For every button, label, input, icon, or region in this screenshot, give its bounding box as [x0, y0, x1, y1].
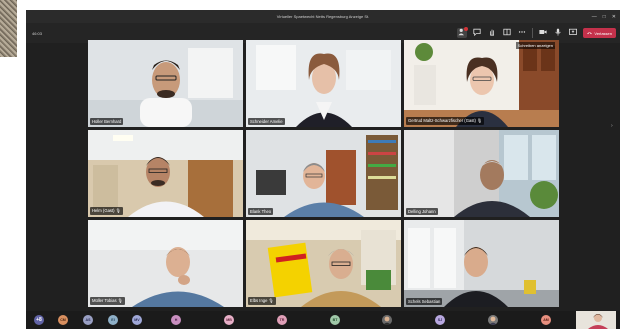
avatar[interactable]: MB — [224, 315, 234, 325]
share-button[interactable] — [568, 28, 578, 38]
participant-name: Helm (Gast)🎙 — [90, 207, 123, 215]
raise-hand-button[interactable] — [487, 28, 497, 38]
participant-name: Delling Johann — [406, 208, 438, 215]
avatar[interactable]: TR — [277, 315, 287, 325]
microphone-muted-icon: 🎙 — [268, 298, 274, 303]
video-feed — [246, 130, 401, 217]
more-participants-button[interactable]: +8 — [34, 315, 44, 325]
video-tile[interactable]: Schneider Amelie — [246, 40, 401, 127]
chevron-right-icon: › — [611, 123, 613, 129]
participant-name: Schels Sebastian — [406, 298, 443, 305]
avatar[interactable]: MV — [132, 315, 142, 325]
leave-label: Verlassen — [594, 30, 612, 36]
video-tile[interactable]: Elbs Inge🎙 — [246, 220, 401, 307]
video-feed — [88, 130, 243, 217]
rooms-button[interactable] — [502, 28, 512, 38]
mic-button[interactable] — [553, 28, 563, 38]
participant-name: Müller Tobias🎙 — [90, 297, 125, 305]
meeting-controls: Verlassen — [457, 26, 616, 40]
video-tile[interactable]: Schreiben anzeigen Gertrud Maltz-Schwarz… — [404, 40, 559, 127]
microphone-muted-icon: 🎙 — [476, 118, 483, 123]
notification-dot — [464, 27, 469, 31]
video-tile[interactable]: Holler Bernhard — [88, 40, 243, 127]
video-tile[interactable]: Müller Tobias🎙 — [88, 220, 243, 307]
toolbar-divider — [532, 28, 534, 38]
background-texture — [0, 0, 17, 57]
microphone-muted-icon: 🎙 — [115, 208, 121, 213]
avatar[interactable]: AS — [83, 315, 93, 325]
avatar[interactable]: SJ — [435, 315, 445, 325]
phone-hangup-icon — [587, 31, 593, 36]
view-label[interactable]: Schreiben anzeigen — [515, 42, 555, 49]
chat-icon — [473, 28, 482, 38]
video-feed — [88, 220, 243, 307]
more-options-button[interactable] — [517, 28, 527, 38]
side-panel-toggle[interactable]: › — [611, 123, 616, 129]
avatar[interactable]: AM — [541, 315, 551, 325]
avatar[interactable]: CM — [58, 315, 68, 325]
video-feed — [88, 40, 243, 127]
video-feed — [404, 220, 559, 307]
video-feed — [246, 40, 401, 127]
window-title: Virtueller Spaetwecht Netts Regensburg A… — [276, 14, 370, 19]
participants-button[interactable] — [457, 27, 469, 38]
title-bar: Virtueller Spaetwecht Netts Regensburg A… — [26, 10, 620, 23]
video-tile[interactable]: Blank Theo — [246, 130, 401, 217]
video-feed — [246, 220, 401, 307]
hand-icon — [488, 28, 496, 38]
participant-name: Schneider Amelie — [248, 118, 285, 125]
participant-strip: +8 CM AS EI MV H MB TR BT SJ AM — [26, 311, 620, 329]
share-screen-icon — [569, 28, 578, 38]
close-button[interactable]: ✕ — [612, 14, 616, 20]
video-feed — [404, 130, 559, 217]
microphone-icon — [554, 28, 562, 38]
video-tile[interactable]: Helm (Gast)🎙 — [88, 130, 243, 217]
video-feed — [404, 40, 559, 127]
rooms-icon — [503, 28, 512, 38]
avatar-photo[interactable] — [382, 315, 392, 325]
video-tile[interactable]: Schels Sebastian — [404, 220, 559, 307]
participant-name: Elbs Inge🎙 — [248, 297, 276, 305]
minimize-button[interactable]: — — [592, 14, 597, 20]
chat-button[interactable] — [472, 28, 482, 38]
more-icon — [518, 28, 526, 38]
avatar[interactable]: BT — [330, 315, 340, 325]
participant-name: Gertrud Maltz-Schwarzfischer (Gast)🎙 — [406, 117, 485, 125]
self-view-video[interactable] — [576, 311, 616, 329]
teams-meeting-window: Virtueller Spaetwecht Netts Regensburg A… — [26, 10, 620, 329]
avatar-photo[interactable] — [488, 315, 498, 325]
participant-name: Holler Bernhard — [90, 118, 124, 125]
meeting-timer: 46:03 — [32, 30, 43, 36]
maximize-button[interactable]: □ — [603, 14, 606, 20]
leave-button[interactable]: Verlassen — [583, 28, 616, 38]
participant-name: Blank Theo — [248, 208, 274, 215]
video-tile[interactable]: Delling Johann — [404, 130, 559, 217]
microphone-muted-icon: 🎙 — [117, 298, 123, 303]
camera-icon — [539, 28, 548, 38]
camera-button[interactable] — [538, 28, 548, 38]
avatar[interactable]: EI — [108, 315, 118, 325]
avatar[interactable]: H — [171, 315, 181, 325]
window-controls: — □ ✕ — [592, 10, 616, 23]
